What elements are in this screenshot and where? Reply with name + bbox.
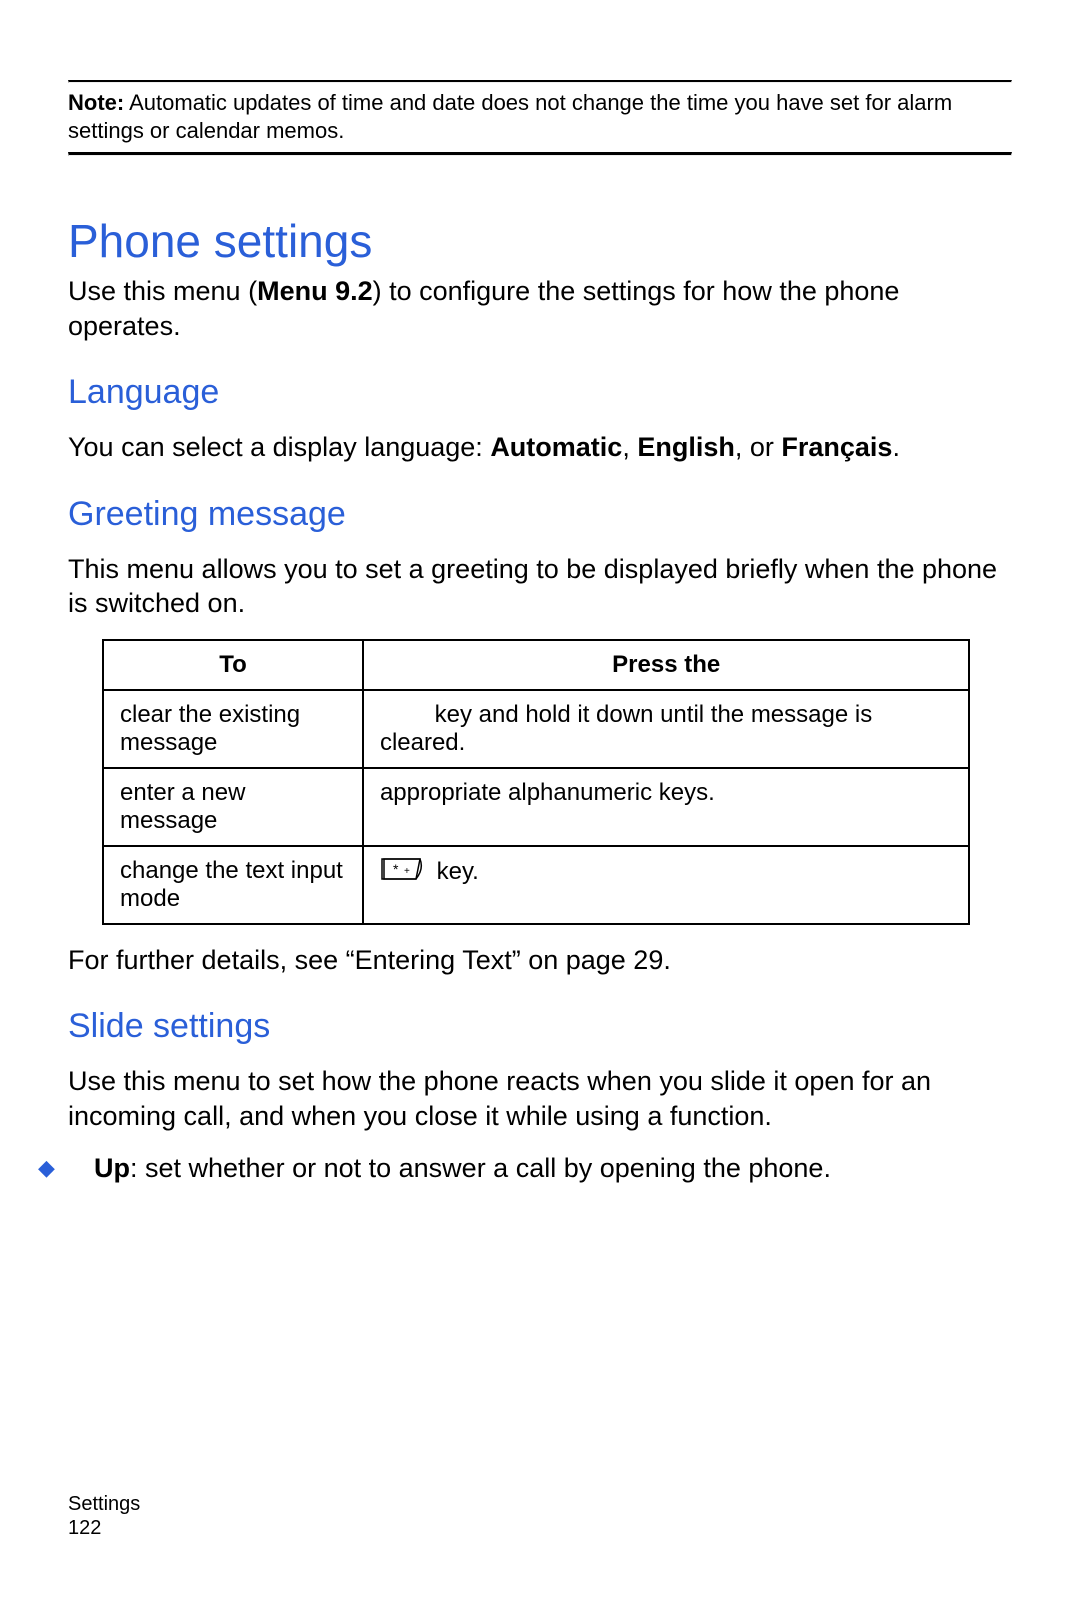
heading-phone-settings: Phone settings bbox=[68, 214, 1012, 268]
language-sep1: , bbox=[622, 432, 637, 462]
svg-text:+: + bbox=[404, 866, 410, 877]
table-head-press: Press the bbox=[363, 640, 970, 690]
table-row: enter a new message appropriate alphanum… bbox=[103, 768, 969, 846]
cell-press: key and hold it down until the message i… bbox=[363, 690, 970, 768]
footer-section: Settings bbox=[68, 1492, 140, 1516]
cell-to: enter a new message bbox=[103, 768, 363, 846]
cell-press-text: key. bbox=[430, 858, 479, 885]
page-footer: Settings 122 bbox=[68, 1492, 140, 1540]
language-opt-automatic: Automatic bbox=[490, 432, 622, 462]
note-text: Automatic updates of time and date does … bbox=[68, 90, 952, 143]
slide-intro: Use this menu to set how the phone react… bbox=[68, 1064, 1012, 1133]
table-row: change the text input mode * + key. bbox=[103, 846, 969, 924]
heading-slide: Slide settings bbox=[68, 1007, 1012, 1046]
language-opt-francais: Français bbox=[781, 432, 892, 462]
footer-page-number: 122 bbox=[68, 1516, 140, 1540]
cell-press-text: key and hold it down until the message i… bbox=[380, 701, 872, 756]
cell-press: appropriate alphanumeric keys. bbox=[363, 768, 970, 846]
table-row: clear the existing message key and hold … bbox=[103, 690, 969, 768]
svg-text:*: * bbox=[393, 861, 399, 877]
cell-to: clear the existing message bbox=[103, 690, 363, 768]
greeting-intro: This menu allows you to set a greeting t… bbox=[68, 552, 1012, 621]
intro-pre: Use this menu ( bbox=[68, 276, 257, 306]
table-head-to: To bbox=[103, 640, 363, 690]
language-paragraph: You can select a display language: Autom… bbox=[68, 430, 1012, 465]
note-label: Note: bbox=[68, 90, 124, 115]
heading-greeting: Greeting message bbox=[68, 495, 1012, 534]
greeting-after: For further details, see “Entering Text”… bbox=[68, 943, 1012, 978]
bullet-up-rest: : set whether or not to answer a call by… bbox=[130, 1153, 831, 1183]
language-post: . bbox=[892, 432, 900, 462]
language-sep2: , or bbox=[735, 432, 782, 462]
intro-menu: Menu 9.2 bbox=[257, 276, 373, 306]
star-key-icon: * + bbox=[380, 857, 424, 888]
language-pre: You can select a display language: bbox=[68, 432, 490, 462]
cell-press: * + key. bbox=[363, 846, 970, 924]
language-opt-english: English bbox=[637, 432, 735, 462]
diamond-bullet-icon: ◆ bbox=[68, 1154, 94, 1182]
rule-bottom bbox=[68, 152, 1012, 156]
note-block: Note: Automatic updates of time and date… bbox=[68, 83, 1012, 152]
heading-language: Language bbox=[68, 373, 1012, 412]
manual-page: Note: Automatic updates of time and date… bbox=[0, 0, 1080, 1620]
table-head-row: To Press the bbox=[103, 640, 969, 690]
slide-bullet-up: ◆Up: set whether or not to answer a call… bbox=[68, 1151, 1012, 1186]
bullet-up-label: Up bbox=[94, 1153, 130, 1183]
intro-paragraph: Use this menu (Menu 9.2) to configure th… bbox=[68, 274, 1012, 343]
greeting-table: To Press the clear the existing message … bbox=[102, 639, 970, 925]
cell-to: change the text input mode bbox=[103, 846, 363, 924]
